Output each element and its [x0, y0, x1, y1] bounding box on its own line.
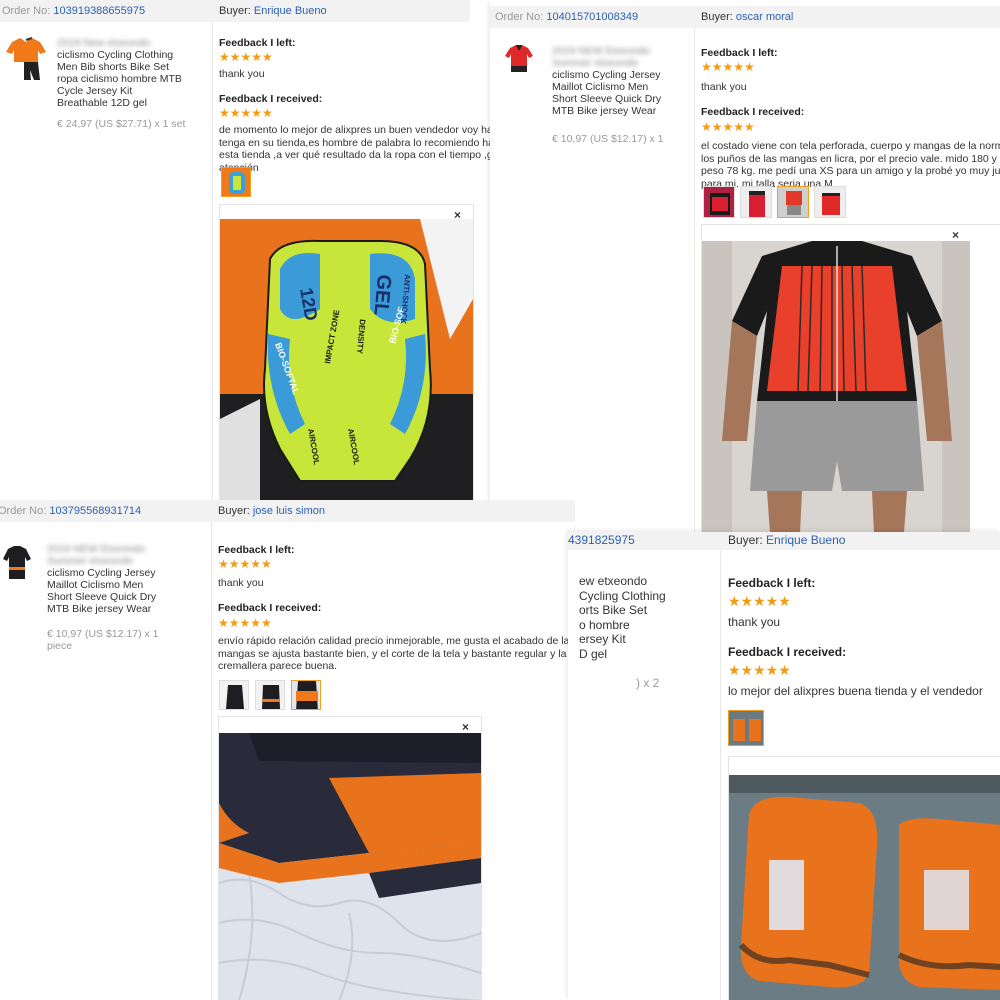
review-photo-sleeve[interactable] — [219, 733, 481, 1000]
review-photo-thumb-1[interactable] — [703, 186, 735, 218]
photo-viewer — [728, 756, 1000, 1000]
product-title-line: Cycling Clothing — [579, 588, 666, 603]
order-header: 4391825975 Buyer: Enrique Bueno — [568, 532, 1000, 550]
product-title[interactable]: 2019 NEW Etxeondo Summer etxeondo ciclis… — [552, 45, 672, 117]
order-header: Order No: 104015701008349 Buyer: oscar m… — [490, 6, 1000, 28]
close-icon[interactable]: × — [952, 228, 959, 242]
review-card-1: Order No: 103919388655975 Buyer: Enrique… — [0, 0, 490, 500]
buyer-label: Buyer: — [219, 5, 251, 17]
product-title-line: D gel — [579, 646, 608, 661]
feedback-left-label: Feedback I left: — [218, 544, 295, 556]
feedback-received-stars: ★★★★★ — [219, 106, 273, 120]
product-title[interactable]: ew etxeondo Cycling Clothing orts Bike S… — [579, 574, 719, 661]
order-header: Order No: 103919388655975 Buyer: Enrique… — [0, 0, 470, 22]
order-number-link[interactable]: 103795568931714 — [49, 505, 141, 517]
buyer-name-link[interactable]: oscar moral — [736, 11, 793, 23]
product-title-text: ciclismo Cycling Clothing Men Bib shorts… — [57, 49, 182, 109]
review-photo-pad[interactable]: 12D GEL ANTI-SHOCK IMPACT ZONE DENSITY B… — [220, 219, 473, 500]
review-photo-thumb-2[interactable] — [255, 680, 285, 710]
product-title-text: ciclismo Cycling Jersey Maillot Ciclismo… — [47, 567, 157, 615]
product-title-line: ew etxeondo — [579, 574, 648, 588]
product-title-blurred: 2019 NEW Etxeondo Summer etxeondo — [47, 543, 146, 567]
feedback-left-stars: ★★★★★ — [219, 50, 273, 64]
review-card-2: Order No: 104015701008349 Buyer: oscar m… — [490, 0, 1000, 532]
feedback-left-text: thank you — [218, 577, 264, 589]
product-title-line: o hombre — [579, 617, 630, 632]
feedback-received-stars: ★★★★★ — [701, 120, 755, 134]
feedback-received-label: Feedback I received: — [701, 106, 805, 118]
order-number-link[interactable]: 4391825975 — [568, 533, 635, 547]
feedback-received-label: Feedback I received: — [218, 602, 322, 614]
price-line: € 10,97 (US $12.17) x 1 — [552, 133, 664, 145]
feedback-left-label: Feedback I left: — [701, 47, 778, 59]
feedback-received-text: el costado viene con tela perforada, cue… — [701, 140, 1000, 190]
price-line: € 24,97 (US $27.71) x 1 set — [57, 118, 186, 130]
column-divider — [720, 550, 721, 1000]
feedback-received-label: Feedback I received: — [728, 645, 847, 659]
buyer-name-link[interactable]: Enrique Bueno — [766, 533, 845, 547]
feedback-left-label: Feedback I left: — [219, 37, 296, 49]
review-photo-package[interactable] — [729, 775, 1000, 1000]
buyer-name-link[interactable]: jose luis simon — [253, 505, 325, 517]
feedback-left-text: thank you — [701, 81, 747, 93]
photo-viewer: × 12D GEL ANTI-SHOCK IMPACT ZONE DENSITY… — [219, 204, 474, 500]
buyer-label: Buyer: — [728, 533, 763, 547]
column-divider — [694, 28, 695, 532]
close-icon[interactable]: × — [462, 720, 469, 734]
photo-viewer: × — [218, 716, 482, 1000]
feedback-received-stars: ★★★★★ — [728, 662, 791, 678]
price-line: € 10,97 (US $12.17) x 1 piece — [47, 628, 159, 652]
product-thumbnail[interactable] — [4, 36, 50, 82]
product-title-blurred: 2019 NEW Etxeondo Summer etxeondo — [552, 45, 651, 69]
feedback-left-stars: ★★★★★ — [701, 60, 755, 74]
review-photo-thumb-4[interactable] — [814, 186, 846, 218]
price-line: ) x 2 — [636, 676, 660, 690]
review-photo-thumb-2[interactable] — [740, 186, 772, 218]
feedback-received-text: de momento lo mejor de alixpres un buen … — [219, 124, 490, 174]
review-photo-thumb[interactable] — [221, 167, 251, 197]
order-label: Order No: — [495, 11, 544, 23]
feedback-left-stars: ★★★★★ — [218, 557, 272, 571]
product-title[interactable]: 2019 NEW Etxeondo Summer etxeondo ciclis… — [47, 543, 167, 615]
order-label: Order No: — [2, 5, 51, 17]
review-card-4: 4391825975 Buyer: Enrique Bueno ew etxeo… — [568, 532, 1000, 1000]
review-photo-thumb[interactable] — [728, 710, 764, 746]
buyer-label: Buyer: — [218, 505, 250, 517]
feedback-received-text: envío rápido relación calidad precio inm… — [218, 635, 575, 672]
product-thumbnail[interactable] — [2, 545, 32, 581]
buyer-name-link[interactable]: Enrique Bueno — [254, 5, 327, 17]
order-number-link[interactable]: 103919388655975 — [53, 5, 145, 17]
feedback-received-stars: ★★★★★ — [218, 616, 272, 630]
order-number-link[interactable]: 104015701008349 — [546, 11, 638, 23]
review-photo-thumb-3[interactable] — [777, 186, 809, 218]
product-title-blurred: 2019 New etxeondo — [57, 37, 151, 49]
product-title-text: ciclismo Cycling Jersey Maillot Ciclismo… — [552, 69, 662, 117]
feedback-received-text: lo mejor del alixpres buena tienda y el … — [728, 684, 983, 698]
product-title-line: ersey Kit — [579, 632, 626, 646]
order-label: Order No: — [0, 505, 47, 517]
review-photo-thumb-3[interactable] — [291, 680, 321, 710]
product-title[interactable]: 2019 New etxeondo ciclismo Cycling Cloth… — [57, 37, 182, 109]
feedback-left-stars: ★★★★★ — [728, 593, 791, 609]
feedback-left-label: Feedback I left: — [728, 576, 816, 590]
feedback-received-label: Feedback I received: — [219, 93, 323, 105]
feedback-left-text: thank you — [219, 68, 265, 80]
product-thumbnail[interactable] — [504, 44, 534, 74]
product-title-line: orts Bike Set — [579, 603, 648, 617]
photo-viewer: × — [701, 224, 1000, 532]
review-photo-thumb-1[interactable] — [219, 680, 249, 710]
column-divider — [212, 22, 213, 500]
feedback-left-text: thank you — [728, 615, 781, 629]
column-divider — [211, 522, 212, 1000]
pad-label-gel: GEL — [369, 274, 395, 317]
review-photo-jersey[interactable] — [702, 241, 970, 532]
review-card-3: Order No: 103795568931714 Buyer: jose lu… — [0, 500, 575, 1000]
order-header: Order No: 103795568931714 Buyer: jose lu… — [0, 500, 575, 522]
buyer-label: Buyer: — [701, 11, 733, 23]
